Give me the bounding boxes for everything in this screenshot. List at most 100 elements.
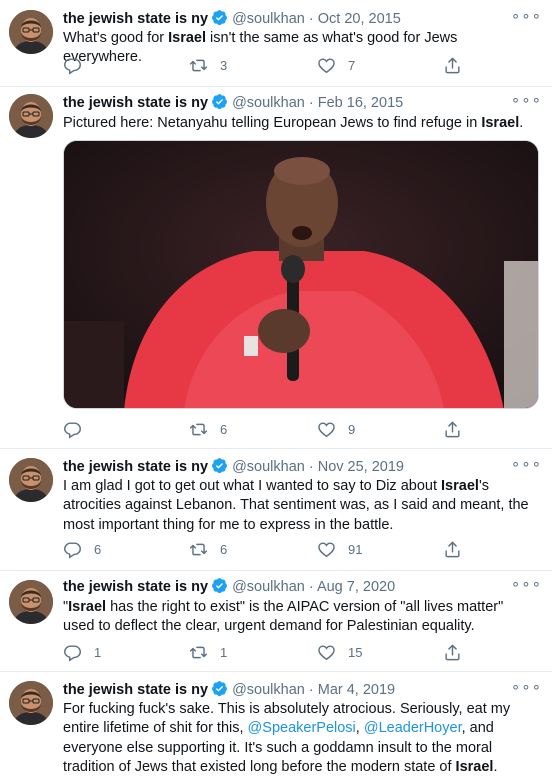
like-button[interactable]: 91	[317, 539, 362, 559]
tweet-media-image[interactable]	[63, 140, 539, 409]
avatar-image	[9, 458, 53, 502]
tweet-text: I am glad I got to get out what I wanted…	[63, 478, 529, 533]
display-name[interactable]: the jewish state is ny	[63, 579, 208, 595]
mention-link[interactable]: @SpeakerPelosi	[248, 720, 356, 736]
avatar-image	[9, 681, 53, 725]
retweet-button[interactable]: 6	[189, 539, 227, 559]
handle[interactable]: @soulkhan	[232, 459, 305, 475]
tweet-header: the jewish state is ny @soulkhan · Feb 16…	[63, 93, 542, 113]
share-button[interactable]	[443, 419, 462, 439]
handle[interactable]: @soulkhan	[232, 579, 305, 595]
like-icon	[317, 420, 336, 439]
retweet-icon	[189, 643, 208, 662]
handle[interactable]: @soulkhan	[232, 11, 305, 27]
reply-icon	[63, 56, 82, 75]
share-icon	[443, 643, 462, 662]
reply-icon	[63, 420, 82, 439]
tweet[interactable]: the jewish state is ny @soulkhan · Feb 16…	[0, 87, 552, 449]
like-count: 9	[348, 421, 356, 437]
tweet[interactable]: the jewish state is ny @soulkhan · Nov 25…	[0, 449, 552, 571]
avatar[interactable]	[9, 10, 53, 54]
verified-badge-icon	[211, 680, 228, 697]
tweet[interactable]: the jewish state is ny @soulkhan · Oct 20…	[0, 0, 552, 87]
separator-dot: ·	[308, 95, 314, 111]
tweet[interactable]: the jewish state is ny @soulkhan · Aug 7,…	[0, 571, 552, 672]
share-button[interactable]	[443, 642, 462, 662]
reply-button[interactable]	[63, 55, 82, 75]
reply-icon	[63, 643, 82, 662]
share-icon	[443, 540, 462, 559]
tweet-date[interactable]: Mar 4, 2019	[318, 682, 395, 698]
verified-badge-icon	[211, 9, 228, 26]
separator-dot: ·	[308, 682, 314, 698]
reply-count: 1	[94, 644, 102, 660]
like-count: 7	[348, 57, 356, 73]
share-button[interactable]	[443, 55, 462, 75]
reply-button[interactable]: 6	[63, 539, 101, 559]
retweet-button[interactable]: 1	[189, 642, 227, 662]
avatar[interactable]	[9, 94, 53, 138]
handle[interactable]: @soulkhan	[232, 682, 305, 698]
separator-dot: ·	[308, 11, 314, 27]
retweet-count: 3	[220, 57, 228, 73]
avatar[interactable]	[9, 580, 53, 624]
display-name[interactable]: the jewish state is ny	[63, 682, 208, 698]
share-icon	[443, 420, 462, 439]
like-button[interactable]: 7	[317, 55, 355, 75]
tweet-actions: 1 1 15	[63, 642, 471, 662]
media-photo	[64, 141, 538, 408]
avatar[interactable]	[9, 458, 53, 502]
more-options-icon[interactable]: ∘∘∘	[511, 678, 542, 696]
verified-badge-icon	[211, 577, 228, 594]
tweet-date[interactable]: Oct 20, 2015	[318, 11, 401, 27]
tweet-date[interactable]: Feb 16, 2015	[318, 95, 403, 111]
tweet-actions: 3 7	[63, 55, 471, 75]
retweet-button[interactable]: 6	[189, 419, 227, 439]
tweet-header: the jewish state is ny @soulkhan · Aug 7,…	[63, 577, 542, 597]
handle[interactable]: @soulkhan	[232, 95, 305, 111]
like-button[interactable]: 9	[317, 419, 355, 439]
tweet-text: For fucking fuck's sake. This is absolut…	[63, 701, 511, 776]
tweet-header: the jewish state is ny @soulkhan · Oct 20…	[63, 9, 542, 29]
like-icon	[317, 540, 336, 559]
more-options-icon[interactable]: ∘∘∘	[511, 7, 542, 25]
retweet-icon	[189, 56, 208, 75]
tweet-date[interactable]: Aug 7, 2020	[317, 579, 395, 595]
verified-badge-icon	[211, 457, 228, 474]
like-count: 91	[348, 541, 363, 557]
tweet-text: Pictured here: Netanyahu telling Europea…	[63, 115, 524, 131]
avatar-image	[9, 10, 53, 54]
retweet-count: 6	[220, 541, 228, 557]
reply-count: 6	[94, 541, 102, 557]
separator-dot: ·	[308, 459, 314, 475]
more-options-icon[interactable]: ∘∘∘	[511, 91, 542, 109]
display-name[interactable]: the jewish state is ny	[63, 95, 208, 111]
tweet-header: the jewish state is ny @soulkhan · Mar 4,…	[63, 680, 542, 700]
retweet-count: 6	[220, 421, 228, 437]
more-options-icon[interactable]: ∘∘∘	[511, 455, 542, 473]
tweet-date[interactable]: Nov 25, 2019	[318, 459, 404, 475]
tweet-actions: 6 9	[63, 419, 471, 439]
display-name[interactable]: the jewish state is ny	[63, 459, 208, 475]
reply-button[interactable]	[63, 419, 82, 439]
tweet-actions: 6 6 91	[63, 539, 471, 559]
display-name[interactable]: the jewish state is ny	[63, 11, 208, 27]
separator-dot: ·	[308, 579, 314, 595]
retweet-icon	[189, 540, 208, 559]
mention-link[interactable]: @LeaderHoyer	[364, 720, 462, 736]
like-icon	[317, 56, 336, 75]
like-count: 15	[348, 644, 363, 660]
verified-badge-icon	[211, 93, 228, 110]
tweet-header: the jewish state is ny @soulkhan · Nov 25…	[63, 457, 542, 477]
avatar-image	[9, 580, 53, 624]
share-button[interactable]	[443, 539, 462, 559]
tweet-text: "Israel has the right to exist" is the A…	[63, 599, 504, 635]
reply-button[interactable]: 1	[63, 642, 101, 662]
tweet[interactable]: the jewish state is ny @soulkhan · Mar 4,…	[0, 672, 552, 777]
more-options-icon[interactable]: ∘∘∘	[511, 575, 542, 593]
like-button[interactable]: 15	[317, 642, 362, 662]
retweet-button[interactable]: 3	[189, 55, 227, 75]
retweet-count: 1	[220, 644, 228, 660]
share-icon	[443, 56, 462, 75]
avatar[interactable]	[9, 681, 53, 725]
